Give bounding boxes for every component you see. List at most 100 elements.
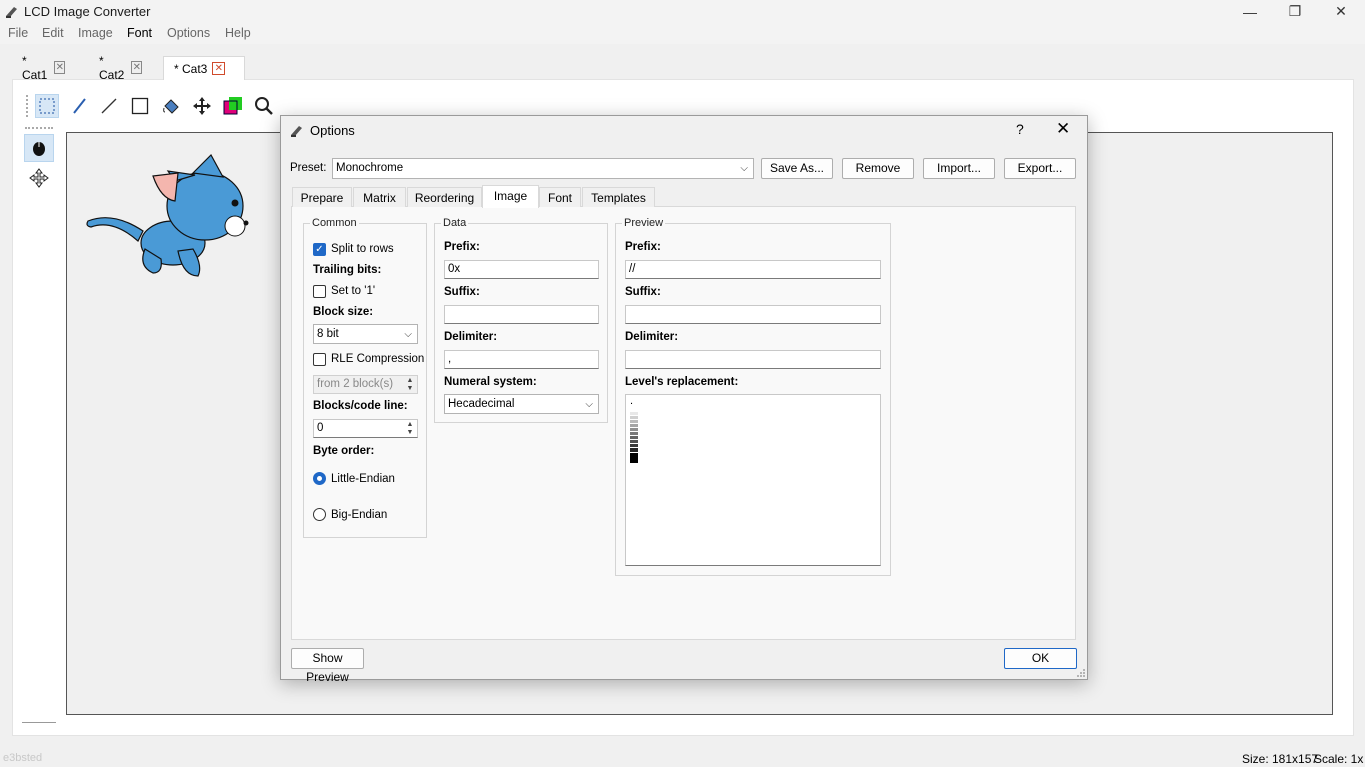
magnifier-icon <box>255 97 273 115</box>
blocks-per-line-spinbox[interactable]: 0 ▲ ▼ <box>313 419 418 438</box>
little-endian-radio[interactable] <box>313 472 326 485</box>
gray-level-ramp <box>630 412 638 463</box>
chevron-down-icon: ⌵ <box>740 163 748 174</box>
pen-icon <box>73 98 86 114</box>
menu-options[interactable]: Options <box>167 26 210 40</box>
numeral-system-label: Numeral system: <box>444 376 537 388</box>
selection-icon <box>39 98 55 114</box>
move-tool[interactable] <box>190 94 214 118</box>
color-tool[interactable] <box>221 94 245 118</box>
tab-label: * Cat3 <box>174 61 208 76</box>
numeral-system-value: Hecadecimal <box>448 398 515 410</box>
set-to-1-checkbox[interactable] <box>313 285 326 298</box>
pen-tool[interactable] <box>67 94 91 118</box>
menu-font[interactable]: Font <box>127 26 152 40</box>
data-delimiter-input[interactable]: , <box>444 350 599 369</box>
close-window-button[interactable]: ✕ <box>1318 0 1364 23</box>
tab-label: * Cat2 <box>99 53 125 82</box>
image-tab-page: Common ✓ Split to rows Trailing bits: Se… <box>291 206 1076 640</box>
byte-order-label: Byte order: <box>313 445 375 457</box>
ok-button[interactable]: OK <box>1004 648 1077 669</box>
move-icon <box>193 97 211 115</box>
fill-tool[interactable] <box>159 94 183 118</box>
paint-bucket-icon <box>163 99 179 114</box>
dialog-close-button[interactable]: ✕ <box>1056 119 1070 139</box>
menu-edit[interactable]: Edit <box>42 26 64 40</box>
tab-prepare[interactable]: Prepare <box>292 187 352 207</box>
menu-help[interactable]: Help <box>225 26 251 40</box>
data-prefix-label: Prefix: <box>444 241 480 253</box>
options-dialog: Options ? ✕ Preset: Monochrome ⌵ Save As… <box>280 115 1088 684</box>
save-as-button[interactable]: Save As... <box>761 158 833 179</box>
close-icon[interactable]: ✕ <box>212 62 226 75</box>
levels-first-char: . <box>630 395 634 407</box>
preview-prefix-input[interactable]: // <box>625 260 881 279</box>
block-size-label: Block size: <box>313 306 374 318</box>
remove-button[interactable]: Remove <box>842 158 914 179</box>
trailing-bits-label: Trailing bits: <box>313 264 382 276</box>
preset-select[interactable]: Monochrome ⌵ <box>332 158 754 179</box>
export-button[interactable]: Export... <box>1004 158 1076 179</box>
color-swatch-icon <box>223 97 242 115</box>
menu-file[interactable]: File <box>8 26 28 40</box>
preview-delimiter-input[interactable] <box>625 350 881 369</box>
divider <box>22 722 56 723</box>
preview-delimiter-label: Delimiter: <box>625 331 679 343</box>
toolbar-grip <box>26 95 28 117</box>
spin-arrows-icon[interactable]: ▲ ▼ <box>405 421 415 437</box>
rectangle-tool[interactable] <box>128 94 152 118</box>
status-size: Size: 181x157 <box>1242 752 1319 766</box>
levels-replacement-textarea[interactable]: . <box>625 394 881 566</box>
close-icon[interactable]: ✕ <box>131 61 143 74</box>
rle-checkbox[interactable] <box>313 353 326 366</box>
cat-image <box>86 154 249 277</box>
close-icon[interactable]: ✕ <box>54 61 66 74</box>
numeral-system-select[interactable]: Hecadecimal ⌵ <box>444 394 599 414</box>
data-suffix-input[interactable] <box>444 305 599 324</box>
mouse-tool[interactable] <box>24 134 54 162</box>
preview-suffix-input[interactable] <box>625 305 881 324</box>
data-suffix-label: Suffix: <box>444 286 480 298</box>
tab-cat2[interactable]: * Cat2 ✕ <box>89 53 143 82</box>
tab-image[interactable]: Image <box>482 185 539 208</box>
big-endian-radio[interactable] <box>313 508 326 521</box>
preset-value: Monochrome <box>336 162 404 174</box>
big-endian-label: Big-Endian <box>331 509 388 521</box>
chevron-down-icon: ⌵ <box>585 399 593 410</box>
maximize-button[interactable]: ❐ <box>1272 0 1318 23</box>
tab-font[interactable]: Font <box>539 187 581 207</box>
dialog-title: Options <box>310 123 355 138</box>
zoom-tool[interactable] <box>252 94 276 118</box>
menu-bar: File Edit Image Font Options Help <box>0 23 1365 44</box>
show-preview-button[interactable]: Show Preview <box>291 648 364 684</box>
help-button[interactable]: ? <box>1016 121 1024 137</box>
select-tool[interactable] <box>35 94 59 118</box>
data-delimiter-label: Delimiter: <box>444 331 498 343</box>
data-prefix-input[interactable]: 0x <box>444 260 599 279</box>
title-bar: LCD Image Converter — ❐ ✕ <box>0 0 1365 23</box>
rle-from-value: from 2 block(s) <box>317 378 394 390</box>
app-icon <box>289 123 305 142</box>
blocks-per-line-label: Blocks/code line: <box>313 400 408 412</box>
common-group: Common ✓ Split to rows Trailing bits: Se… <box>303 217 427 538</box>
rle-from-spinbox: from 2 block(s) ▲ ▼ <box>313 375 418 394</box>
tab-reordering[interactable]: Reordering <box>407 187 482 207</box>
minimize-button[interactable]: — <box>1227 0 1273 23</box>
tab-cat3[interactable]: * Cat3 ✕ <box>163 56 245 80</box>
import-button[interactable]: Import... <box>923 158 995 179</box>
menu-image[interactable]: Image <box>78 26 113 40</box>
app-icon <box>4 4 20 20</box>
levels-replacement-label: Level's replacement: <box>625 376 739 388</box>
tab-cat1[interactable]: * Cat1 ✕ <box>12 54 66 82</box>
line-tool[interactable] <box>97 94 121 118</box>
split-to-rows-label: Split to rows <box>331 243 394 255</box>
pan-tool[interactable] <box>27 166 51 190</box>
block-size-select[interactable]: 8 bit ⌵ <box>313 324 418 344</box>
status-placeholder: e3bsted <box>3 752 43 764</box>
resize-grip-icon[interactable] <box>1076 668 1086 678</box>
chevron-down-icon: ⌵ <box>404 329 412 340</box>
group-title: Data <box>441 217 469 229</box>
tab-matrix[interactable]: Matrix <box>353 187 406 207</box>
tab-templates[interactable]: Templates <box>582 187 655 207</box>
split-to-rows-checkbox[interactable]: ✓ <box>313 243 326 256</box>
